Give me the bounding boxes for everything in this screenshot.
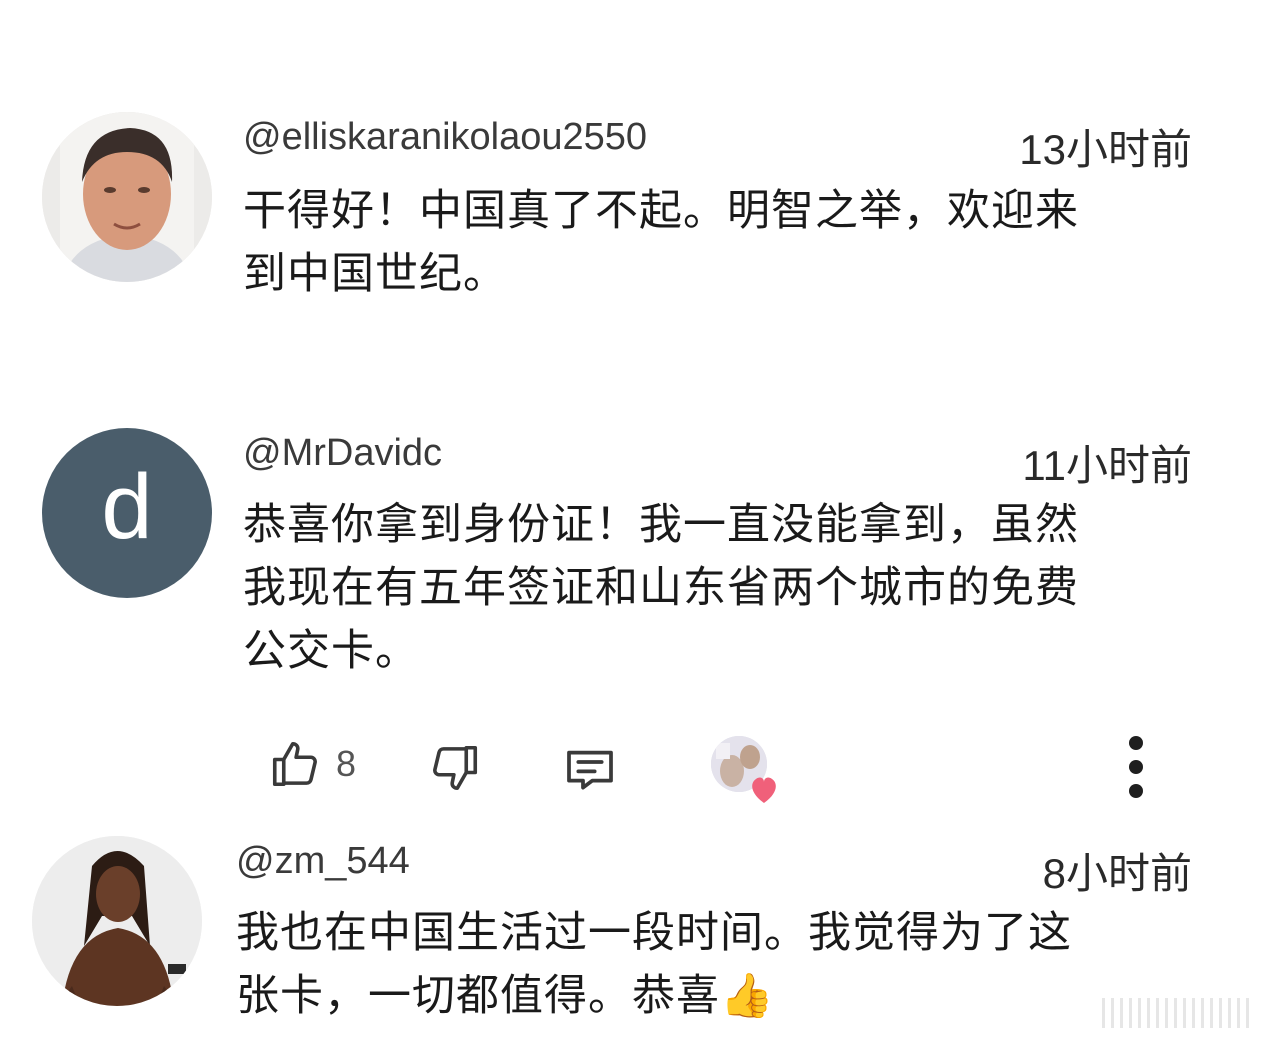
comment-timestamp: 13小时前 [1019,126,1192,173]
more-vertical-icon [1129,736,1143,798]
comment-text: 我也在中国生活过一段时间。我觉得为了这 张卡，一切都值得。恭喜👍 [236,902,1186,1028]
comment-line: 恭喜你拿到身份证！我一直没能拿到，虽然 [243,500,1079,550]
reply-icon [567,750,613,790]
dislike-button[interactable] [428,741,482,795]
watermark [1102,998,1252,1028]
thumbs-up-icon [272,741,317,787]
comment-line: 我现在有五年签证和山东省两个城市的免费 [243,563,1079,613]
comment-author[interactable]: @elliskaranikolaou2550 [243,116,647,159]
comment-text: 干得好！中国真了不起。明智之举，欢迎来 到中国世纪。 [243,180,1193,306]
comment-timestamp: 11小时前 [1022,442,1192,489]
comment-timestamp: 8小时前 [1042,850,1192,897]
avatar-letter: d [101,456,153,558]
comment-author[interactable]: @zm_544 [236,840,410,883]
avatar[interactable]: d [42,428,212,598]
comment-author[interactable]: @MrDavidc [243,432,442,475]
creator-heart-icon [711,736,776,803]
comment-line: 公交卡。 [243,626,419,676]
comment-line: 张卡，一切都值得。恭喜👍 [236,971,775,1021]
creator-heart [710,731,784,805]
comment-line: 干得好！中国真了不起。明智之举，欢迎来 [243,186,1079,236]
comment-text: 恭喜你拿到身份证！我一直没能拿到，虽然 我现在有五年签证和山东省两个城市的免费 … [243,494,1193,683]
comment-line: 到中国世纪。 [243,249,507,299]
thumbs-down-icon [433,745,478,791]
like-button[interactable]: 8 [268,737,356,791]
comment-actions: 8 [0,725,1280,815]
like-count: 8 [336,743,357,784]
avatar[interactable] [32,836,202,1006]
more-options-button[interactable] [1116,735,1156,799]
avatar[interactable] [42,112,212,282]
comment-line: 我也在中国生活过一段时间。我觉得为了这 [236,908,1072,958]
reply-button[interactable] [562,741,618,797]
